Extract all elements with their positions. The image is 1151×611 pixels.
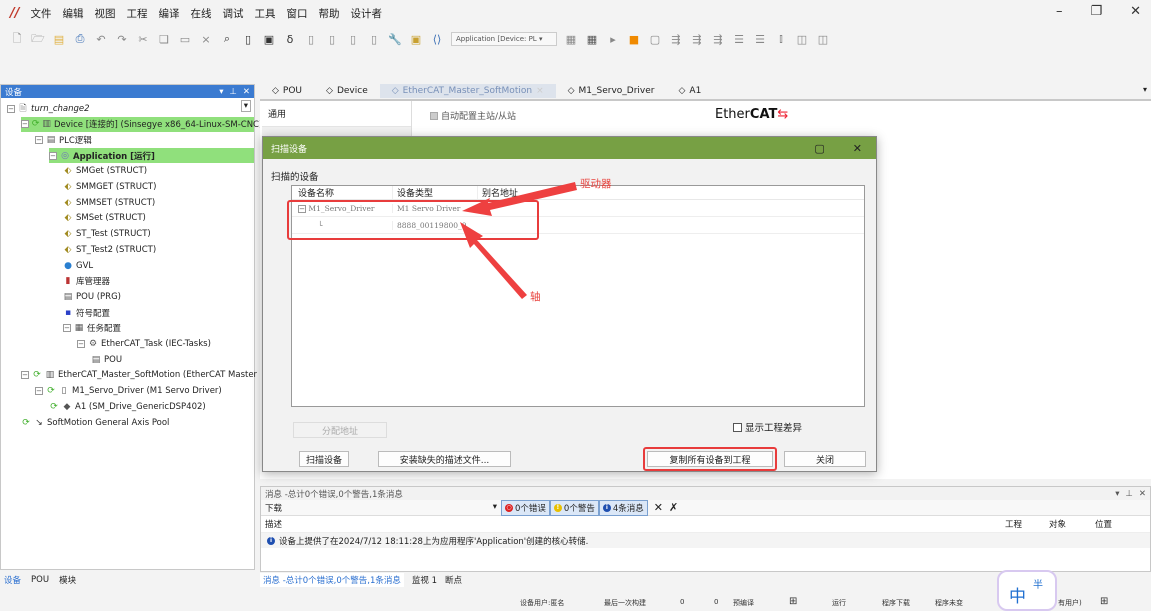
users-icon[interactable]: ⊞ — [1100, 596, 1108, 607]
warnings-filter[interactable]: ! 0个警告 — [549, 499, 599, 516]
message-row[interactable]: i 设备上提供了在2024/7/12 18:11:28上为应用程序'Applica… — [261, 533, 1150, 548]
message-text: 设备上提供了在2024/7/12 18:11:28上为应用程序'Applicat… — [279, 536, 589, 547]
messages-columns: 描述 工程 对象 位置 — [261, 516, 1150, 533]
error-icon: ○ — [505, 503, 513, 512]
dropdown-icon[interactable]: ▾ — [1115, 489, 1119, 499]
bottom-tab[interactable]: 监视 1 — [412, 574, 437, 586]
clear-icon[interactable]: ✕ — [654, 501, 663, 514]
info-icon: i — [602, 503, 611, 512]
col-position[interactable]: 位置 — [1095, 518, 1112, 530]
precompile-icon[interactable]: ⊞ — [789, 596, 797, 607]
warning-icon: ! — [553, 503, 562, 512]
status-precompile: 预编译 — [733, 599, 754, 607]
bottom-tab[interactable]: 断点 — [445, 574, 462, 586]
ime-indicator[interactable]: 中半 — [997, 570, 1057, 611]
col-project[interactable]: 工程 — [1005, 518, 1049, 530]
col-description[interactable]: 描述 — [265, 518, 1005, 530]
status-user: 设备用户:匿名 — [520, 599, 565, 607]
errors-label: 0个错误 — [515, 503, 546, 514]
messages-header: 消息 -总计0个错误,0个警告,1条消息 ▾ ⊥ ✕ — [261, 487, 1150, 500]
ime-sub: 半 — [1033, 580, 1043, 591]
status-warnings: 0 — [714, 598, 719, 606]
bottom-tab[interactable]: 消息 -总计0个错误,0个警告,1条消息 — [260, 573, 404, 587]
status-unchanged: 程序未变 — [935, 599, 963, 607]
info-icon: i — [267, 536, 275, 545]
ime-main: 中 — [1009, 587, 1026, 607]
status-download: 程序下载 — [882, 599, 910, 607]
status-run: 运行 — [832, 599, 846, 607]
arrow-driver — [462, 182, 577, 216]
col-object[interactable]: 对象 — [1049, 518, 1095, 530]
close-panel-icon[interactable]: ✕ — [1139, 489, 1146, 499]
status-last-build: 最后一次构建 — [604, 599, 646, 607]
infos-label: 4条消息 — [612, 503, 644, 514]
arrow-axis — [460, 222, 527, 299]
message-source-value: 下载 — [265, 503, 283, 514]
status-users: 有用户) — [1058, 599, 1082, 607]
messages-panel: 消息 -总计0个错误,0个警告,1条消息 ▾ ⊥ ✕ 下载 ▾ ○ 0个错误 ! 0个警告 … — [260, 486, 1151, 572]
pin-icon[interactable]: ⊥ — [1125, 489, 1132, 499]
message-source-select[interactable]: 下载 ▾ — [261, 502, 501, 514]
status-bar: 设备用户:匿名 最后一次构建 0 0 预编译 ⊞ 运行 程序下载 程序未变 有用… — [0, 594, 1151, 611]
messages-filter-bar: 下载 ▾ ○ 0个错误 ! 0个警告 i 4条消息 ✕ ✗ — [261, 499, 1150, 516]
driver-annotation: 驱动器 — [580, 178, 612, 190]
clear-all-icon[interactable]: ✗ — [669, 501, 678, 514]
axis-annotation: 轴 — [530, 291, 541, 303]
messages-title: 消息 -总计0个错误,0个警告,1条消息 — [265, 489, 403, 500]
bottom-tabs: 消息 -总计0个错误,0个警告,1条消息 监视 1 断点 — [260, 573, 462, 587]
errors-filter[interactable]: ○ 0个错误 — [501, 499, 550, 516]
status-errors: 0 — [680, 598, 685, 606]
warnings-label: 0个警告 — [563, 503, 595, 514]
infos-filter[interactable]: i 4条消息 — [598, 499, 648, 516]
